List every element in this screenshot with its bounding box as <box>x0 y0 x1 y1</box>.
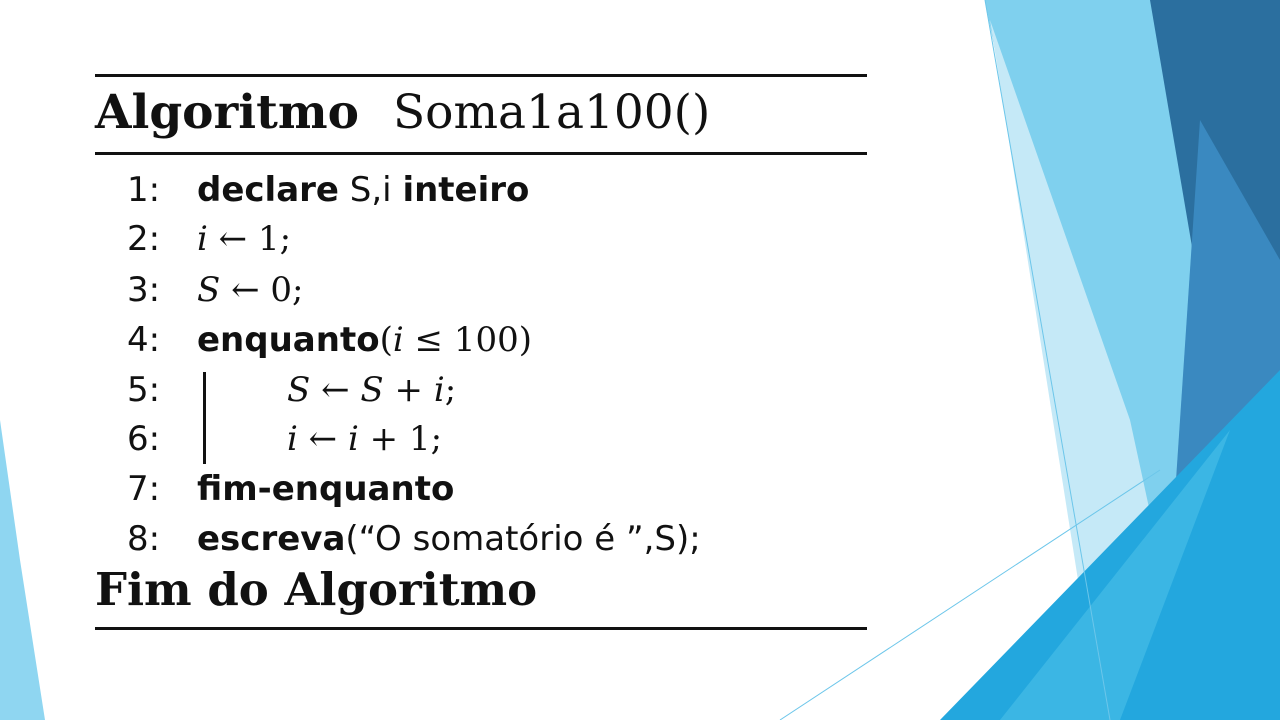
slide: Algoritmo Soma1a100() 1: declare S,i inte… <box>0 0 1280 720</box>
header-name: Soma1a100() <box>392 85 711 140</box>
algorithm-block: Algoritmo Soma1a100() 1: declare S,i inte… <box>95 0 867 720</box>
semicolon: ; <box>430 419 443 459</box>
open-paren: ( <box>379 320 393 360</box>
leq-operator: ≤ <box>403 320 454 360</box>
line-number: 6: <box>127 419 161 459</box>
assign-arrow: ← <box>207 219 258 259</box>
line-number: 1: <box>127 170 161 210</box>
line-number: 8: <box>127 519 161 559</box>
var-s: S <box>287 370 311 410</box>
variables: S,i <box>338 170 403 210</box>
value: 0 <box>270 270 293 310</box>
var-i: i <box>392 320 404 360</box>
line-code: i ← i + 1; <box>287 415 442 463</box>
close-paren: ) <box>518 320 532 360</box>
var-s: S <box>360 370 384 410</box>
assign-arrow: ← <box>310 370 361 410</box>
var-i: i <box>197 219 208 259</box>
bottom-rule <box>95 627 867 630</box>
line-code: enquanto(i ≤ 100) <box>197 316 532 364</box>
value: 100 <box>453 320 519 360</box>
value: 1 <box>408 419 431 459</box>
keyword-fim-enquanto: fim-enquanto <box>197 469 455 509</box>
plus-operator: + <box>358 419 409 459</box>
semicolon: ; <box>279 219 292 259</box>
line-number: 5: <box>127 370 161 410</box>
top-rule <box>95 74 867 77</box>
escreva-arguments: (“O somatório é ”,S); <box>345 519 701 559</box>
line-number: 4: <box>127 320 161 360</box>
var-i: i <box>287 419 298 459</box>
line-number: 2: <box>127 219 161 259</box>
line-code: escreva(“O somatório é ”,S); <box>197 515 701 563</box>
algorithm-header: Algoritmo Soma1a100() <box>95 85 710 141</box>
plus-operator: + <box>383 370 434 410</box>
left-edge-shape <box>0 420 45 720</box>
value: 1 <box>257 219 280 259</box>
assign-arrow: ← <box>297 419 348 459</box>
header-keyword: Algoritmo <box>95 85 359 140</box>
algorithm-footer: Fim do Algoritmo <box>95 563 538 616</box>
line-number: 3: <box>127 270 161 310</box>
var-s: S <box>197 270 221 310</box>
semicolon: ; <box>292 270 304 310</box>
header-rule <box>95 152 867 155</box>
line-number: 7: <box>127 469 161 509</box>
var-i: i <box>433 370 445 410</box>
assign-arrow: ← <box>220 270 271 310</box>
semicolon: ; <box>444 370 457 410</box>
var-i: i <box>347 419 359 459</box>
line-code: declare S,i inteiro <box>197 166 529 214</box>
line-code: S ← 0; <box>197 266 304 314</box>
keyword-inteiro: inteiro <box>402 170 530 210</box>
keyword-escreva: escreva <box>197 519 346 559</box>
keyword-enquanto: enquanto <box>197 320 380 360</box>
loop-body-bar <box>203 372 206 464</box>
line-code: S ← S + i; <box>287 366 456 414</box>
line-code: i ← 1; <box>197 215 291 263</box>
keyword-declare: declare <box>197 170 339 210</box>
